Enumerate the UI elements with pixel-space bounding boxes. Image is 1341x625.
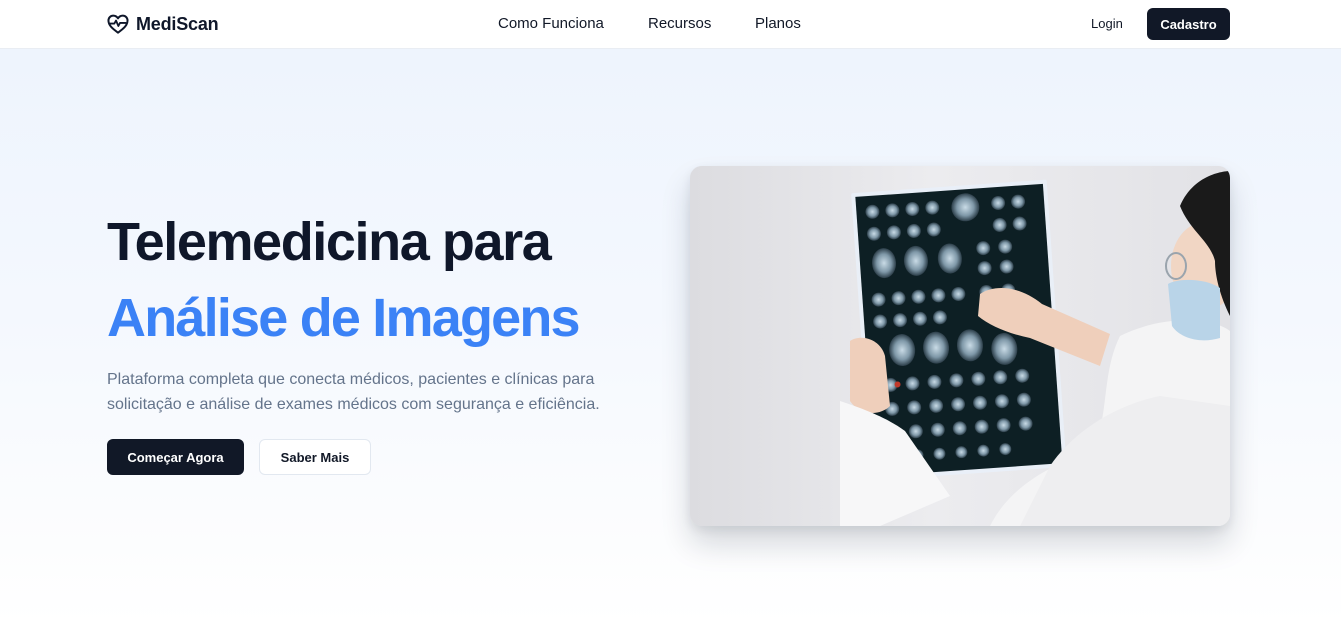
- hero-title: Telemedicina para: [107, 212, 552, 272]
- hero-title-highlight: Análise de Imagens: [107, 288, 581, 348]
- site-header: MediScan Como Funciona Recursos Planos L…: [0, 0, 1341, 49]
- heart-pulse-icon: [107, 14, 129, 34]
- nav-link-como-funciona[interactable]: Como Funciona: [498, 15, 604, 33]
- nav-link-planos[interactable]: Planos: [755, 15, 801, 33]
- brand-logo[interactable]: MediScan: [107, 12, 219, 36]
- login-link[interactable]: Login: [1091, 16, 1123, 31]
- hero-description: Plataforma completa que conecta médicos,…: [107, 371, 600, 413]
- nav-link-recursos[interactable]: Recursos: [648, 15, 711, 33]
- learn-more-button[interactable]: Saber Mais: [259, 439, 371, 475]
- hero-image: [690, 166, 1230, 526]
- get-started-button[interactable]: Começar Agora: [107, 439, 244, 475]
- signup-button[interactable]: Cadastro: [1147, 8, 1230, 40]
- brand-name: MediScan: [136, 13, 219, 34]
